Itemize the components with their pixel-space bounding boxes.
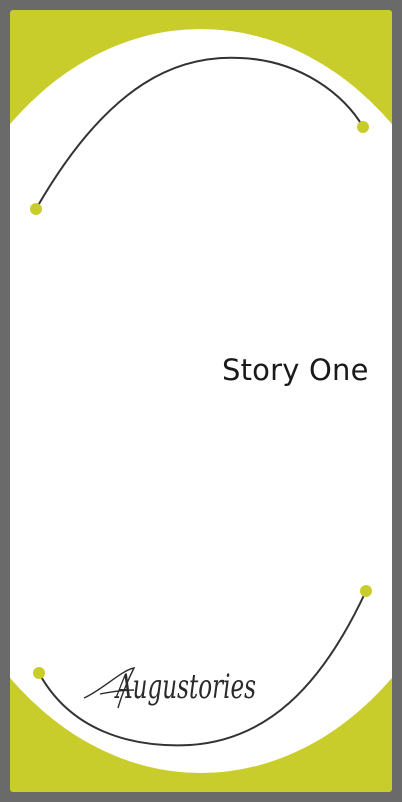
bottom-right-dot: [360, 585, 372, 597]
brand-logo: Augustories: [83, 667, 256, 709]
story-card[interactable]: Story One Augustories: [0, 0, 402, 802]
top-right-dot: [357, 121, 369, 133]
top-left-dot: [30, 203, 42, 215]
bottom-left-dot: [33, 667, 45, 679]
story-title: Story One: [222, 353, 369, 387]
brand-name: Augustories: [114, 667, 256, 707]
